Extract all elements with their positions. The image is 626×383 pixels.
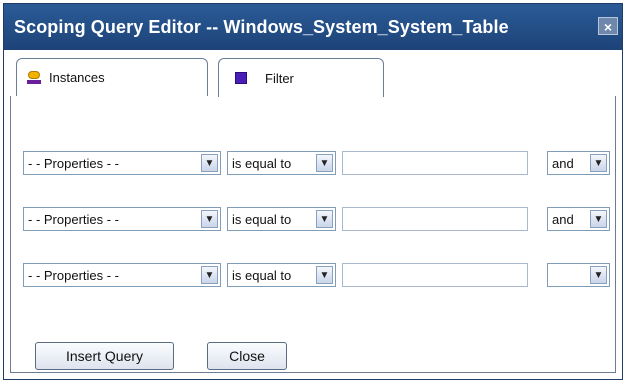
- close-button[interactable]: Close: [207, 342, 287, 370]
- filter-icon: [235, 72, 247, 84]
- chevron-down-icon: ▼: [316, 154, 333, 172]
- conjunction-select-value: and: [552, 155, 574, 171]
- property-select-value: - - Properties - -: [28, 155, 120, 171]
- tab-filter[interactable]: Filter: [218, 58, 384, 97]
- operator-select[interactable]: is equal to ▼: [227, 207, 336, 231]
- operator-select[interactable]: is equal to ▼: [227, 263, 336, 287]
- property-select[interactable]: - - Properties - - ▼: [23, 263, 221, 287]
- close-window-button[interactable]: ×: [598, 17, 618, 35]
- conjunction-select-value: and: [552, 211, 574, 227]
- chevron-down-icon: ▼: [590, 210, 607, 228]
- filter-panel: - - Properties - - ▼ is equal to ▼ and ▼…: [10, 96, 616, 373]
- chevron-down-icon: ▼: [201, 210, 218, 228]
- insert-query-button[interactable]: Insert Query: [35, 342, 174, 370]
- property-select[interactable]: - - Properties - - ▼: [23, 207, 221, 231]
- chevron-down-icon: ▼: [201, 154, 218, 172]
- conjunction-select[interactable]: and ▼: [547, 207, 610, 231]
- property-select-value: - - Properties - -: [28, 211, 120, 227]
- property-select-value: - - Properties - -: [28, 267, 120, 283]
- chevron-down-icon: ▼: [316, 210, 333, 228]
- instances-icon: [27, 70, 41, 85]
- tab-instances[interactable]: Instances: [16, 58, 208, 96]
- operator-select-value: is equal to: [232, 267, 292, 283]
- tab-filter-label: Filter: [265, 70, 294, 86]
- window-title: Scoping Query Editor -- Windows_System_S…: [14, 16, 509, 37]
- scoping-query-editor-dialog: Scoping Query Editor -- Windows_System_S…: [3, 3, 623, 380]
- value-input[interactable]: [342, 263, 528, 287]
- chevron-down-icon: ▼: [316, 266, 333, 284]
- value-input[interactable]: [342, 207, 528, 231]
- value-input[interactable]: [342, 151, 528, 175]
- conjunction-select[interactable]: ▼: [547, 263, 610, 287]
- conjunction-select[interactable]: and ▼: [547, 151, 610, 175]
- operator-select-value: is equal to: [232, 211, 292, 227]
- close-icon: ×: [603, 19, 613, 35]
- operator-select-value: is equal to: [232, 155, 292, 171]
- chevron-down-icon: ▼: [590, 154, 607, 172]
- tab-instances-label: Instances: [49, 70, 105, 85]
- title-bar: Scoping Query Editor -- Windows_System_S…: [4, 4, 622, 50]
- chevron-down-icon: ▼: [590, 266, 607, 284]
- tab-strip: Instances Filter: [4, 50, 622, 97]
- property-select[interactable]: - - Properties - - ▼: [23, 151, 221, 175]
- operator-select[interactable]: is equal to ▼: [227, 151, 336, 175]
- chevron-down-icon: ▼: [201, 266, 218, 284]
